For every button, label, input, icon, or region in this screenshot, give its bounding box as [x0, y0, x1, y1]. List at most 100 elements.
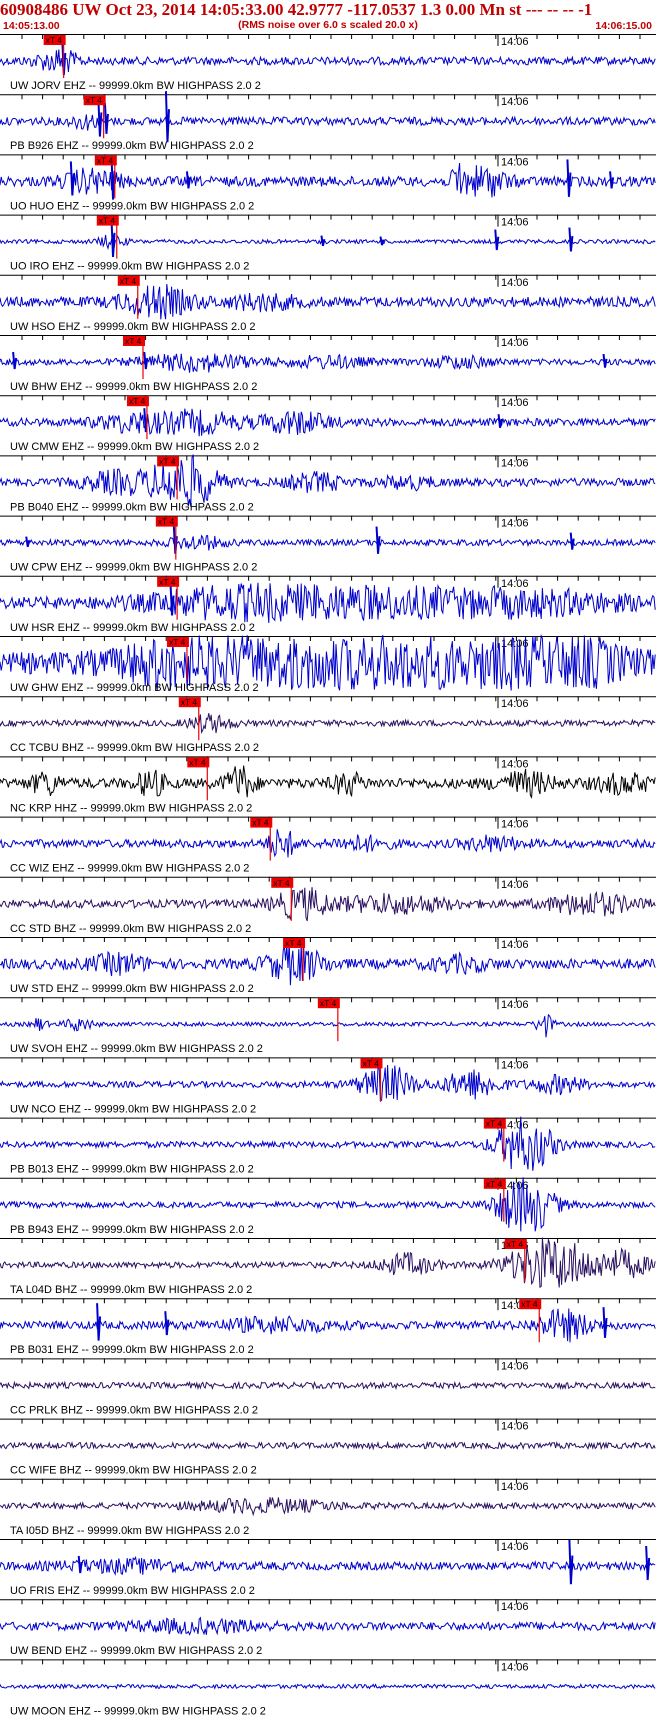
- station-label: UW MOON EHZ -- 99999.0km BW HIGHPASS 2.0…: [10, 1705, 266, 1717]
- trace-6: 14:06 xT 4 UW CMW EHZ -- 99999.0km BW HIGH…: [0, 395, 656, 453]
- station-label: PB B031 EHZ -- 99999.0km BW HIGHPASS 2.0…: [10, 1344, 254, 1356]
- trace-2: 14:06 xT 4 UO HUO EHZ -- 99999.0km BW HIGH…: [0, 154, 656, 212]
- waveform-spike: [375, 526, 381, 554]
- waveform: [0, 1013, 656, 1038]
- minute-tick-label: 14:06: [501, 277, 529, 289]
- waveform: [0, 713, 656, 735]
- station-label: PB B040 EHZ -- 99999.0km BW HIGHPASS 2.0…: [10, 501, 254, 513]
- trace-18: 14:06xT 4PB B013 EHZ -- 99999.0km BW HIG…: [0, 1116, 656, 1176]
- station-label: UW NCO EHZ -- 99999.0km BW HIGHPASS 2.0 …: [10, 1103, 256, 1115]
- minute-tick-label: 14:06: [501, 1481, 529, 1493]
- waveform: [0, 887, 656, 922]
- station-label: UW JORV EHZ -- 99999.0km BW HIGHPASS 2.0…: [10, 80, 261, 92]
- minute-tick-label: 14:06: [501, 96, 529, 108]
- station-label: CC WIFE BHZ -- 99999.0km BW HIGHPASS 2.0…: [10, 1465, 257, 1477]
- waveform-spike: [645, 1545, 651, 1581]
- station-label: NC KRP HHZ -- 99999.0km BW HIGHPASS 2.0 …: [10, 802, 252, 814]
- trace-10: 14:06 xT 4 UW GHW EHZ -- 99999.0km BW HIGH…: [0, 633, 656, 694]
- pick-marker-label: xT 4: [320, 998, 337, 1008]
- waveform-spike: [164, 1311, 170, 1336]
- station-label: PB B943 EHZ -- 99999.0km BW HIGHPASS 2.0…: [10, 1224, 254, 1236]
- trace-9: 14:06 xT 4 UW HSR EHZ -- 99999.0km BW HIGH…: [0, 575, 656, 634]
- pick-marker-label: xT 4: [158, 517, 175, 527]
- trace-23: 14:06 CC WIFE BHZ -- 99999.0km BW HIGHPAS…: [0, 1418, 656, 1477]
- minute-tick-label: 14:06: [501, 1360, 529, 1372]
- trace-1: 14:06 xT 4 PB B926 EHZ -- 99999.0km BW HIG…: [0, 91, 656, 152]
- pick-marker-label: xT 4: [99, 216, 116, 226]
- waveform: [0, 454, 656, 507]
- pick-marker-label: xT 4: [507, 1239, 524, 1249]
- pick-marker-label: xT 4: [486, 1179, 503, 1189]
- station-label: CC TCBU BHZ -- 99999.0km BW HIGHPASS 2.0…: [10, 742, 259, 754]
- pick-marker-label: xT 4: [285, 938, 302, 948]
- pick-marker-label: xT 4: [159, 456, 176, 466]
- station-label: UW SVOH EHZ -- 99999.0km BW HIGHPASS 2.0…: [10, 1043, 263, 1055]
- waveform-spike: [568, 1539, 574, 1585]
- waveform-spike: [143, 351, 149, 370]
- waveform: [0, 765, 656, 799]
- minute-tick-label: 14:06: [501, 337, 529, 349]
- waveform: [0, 1237, 656, 1289]
- waveform-spike: [602, 1307, 608, 1338]
- pick-marker-label: xT 4: [129, 396, 146, 406]
- pick-marker-label: xT 4: [362, 1058, 379, 1068]
- trace-12: 14:06 xT 4 NC KRP HHZ -- 99999.0km BW HIGH…: [0, 756, 656, 814]
- waveform-spike: [497, 414, 503, 428]
- minute-tick-label: 14:06: [501, 578, 529, 590]
- waveform: [0, 283, 656, 320]
- waveform-spike: [164, 91, 170, 143]
- minute-tick-label: 14:06: [501, 397, 529, 409]
- station-label: UW GHW EHZ -- 99999.0km BW HIGHPASS 2.0 …: [10, 682, 259, 694]
- chart-title: 60908486 UW Oct 23, 2014 14:05:33.00 42.…: [0, 0, 593, 19]
- station-label: UO IRO EHZ -- 99999.0km BW HIGHPASS 2.0 …: [10, 261, 249, 273]
- pick-marker-label: xT 4: [486, 1119, 503, 1129]
- pick-marker-label: xT 4: [181, 697, 198, 707]
- minute-tick-label: 14:06: [501, 1059, 529, 1071]
- trace-7: 14:06 xT 4 PB B040 EHZ -- 99999.0km BW HIG…: [0, 454, 656, 513]
- station-label: UW HSR EHZ -- 99999.0km BW HIGHPASS 2.0 …: [10, 622, 255, 634]
- minute-tick-label: 14:06: [501, 518, 529, 530]
- waveform: [0, 829, 656, 858]
- waveform-spike: [379, 236, 385, 246]
- waveform: [0, 1440, 656, 1451]
- pick-marker-label: xT 4: [169, 637, 186, 647]
- trace-17: 14:06 xT 4 UW NCO EHZ -- 99999.0km BW HIGH…: [0, 1057, 656, 1115]
- waveform: [0, 408, 656, 437]
- minute-tick-label: 14:06: [501, 1421, 529, 1433]
- station-label: UO FRIS EHZ -- 99999.0km BW HIGHPASS 2.0…: [10, 1585, 255, 1597]
- pick-marker-label: xT 4: [120, 276, 137, 286]
- minute-tick-label: 14:06: [501, 1601, 529, 1613]
- time-end-label: 14:06:15.00: [595, 20, 652, 32]
- trace-20: 14:06xT 4TA L04D BHZ -- 99999.0km BW HIG…: [0, 1237, 656, 1296]
- waveform-spike: [569, 532, 575, 550]
- pick-marker-label: xT 4: [125, 336, 142, 346]
- seismogram-plot: 14:06 xT 4 UW JORV EHZ -- 99999.0km BW HIG…: [0, 34, 656, 1717]
- station-label: PB B926 EHZ -- 99999.0km BW HIGHPASS 2.0…: [10, 140, 254, 152]
- minute-tick-label: 14:06: [501, 999, 529, 1011]
- trace-21: 14:06xT 4PB B031 EHZ -- 99999.0km BW HIG…: [0, 1298, 656, 1356]
- station-label: CC STD BHZ -- 99999.0km BW HIGHPASS 2.0 …: [10, 923, 251, 935]
- minute-tick-label: 14:06: [501, 36, 529, 48]
- station-label: CC WIZ EHZ -- 99999.0km BW HIGHPASS 2.0 …: [10, 863, 249, 875]
- minute-tick-label: 14:06: [501, 758, 529, 770]
- trace-13: 14:06 xT 4 CC WIZ EHZ -- 99999.0km BW HIGH…: [0, 816, 656, 875]
- pick-marker-label: xT 4: [189, 757, 206, 767]
- station-label: UO HUO EHZ -- 99999.0km BW HIGHPASS 2.0 …: [10, 200, 254, 212]
- trace-11: 14:06 xT 4 CC TCBU BHZ -- 99999.0km BW HIG…: [0, 696, 656, 754]
- waveform-spike: [103, 103, 109, 134]
- waveform: [0, 162, 656, 198]
- station-label: UW BHW EHZ -- 99999.0km BW HIGHPASS 2.0 …: [10, 381, 257, 393]
- waveform-spike: [25, 536, 31, 548]
- minute-tick-label: 14:06: [501, 638, 529, 650]
- trace-0: 14:06 xT 4 UW JORV EHZ -- 99999.0km BW HIG…: [0, 34, 656, 92]
- waveform: [0, 534, 656, 551]
- trace-3: 14:06 xT 4 UO IRO EHZ -- 99999.0km BW HIGH…: [0, 214, 656, 273]
- minute-tick-label: 14:06: [501, 1661, 529, 1673]
- station-label: UW HSO EHZ -- 99999.0km BW HIGHPASS 2.0 …: [10, 321, 256, 333]
- waveform-spike: [96, 1303, 102, 1341]
- station-label: UW STD EHZ -- 99999.0km BW HIGHPASS 2.0 …: [10, 983, 254, 995]
- station-label: PB B013 EHZ -- 99999.0km BW HIGHPASS 2.0…: [10, 1164, 254, 1176]
- waveform-spike: [185, 171, 191, 189]
- minute-tick-label: 14:06: [501, 457, 529, 469]
- trace-4: 14:06 xT 4 UW HSO EHZ -- 99999.0km BW HIGH…: [0, 274, 656, 333]
